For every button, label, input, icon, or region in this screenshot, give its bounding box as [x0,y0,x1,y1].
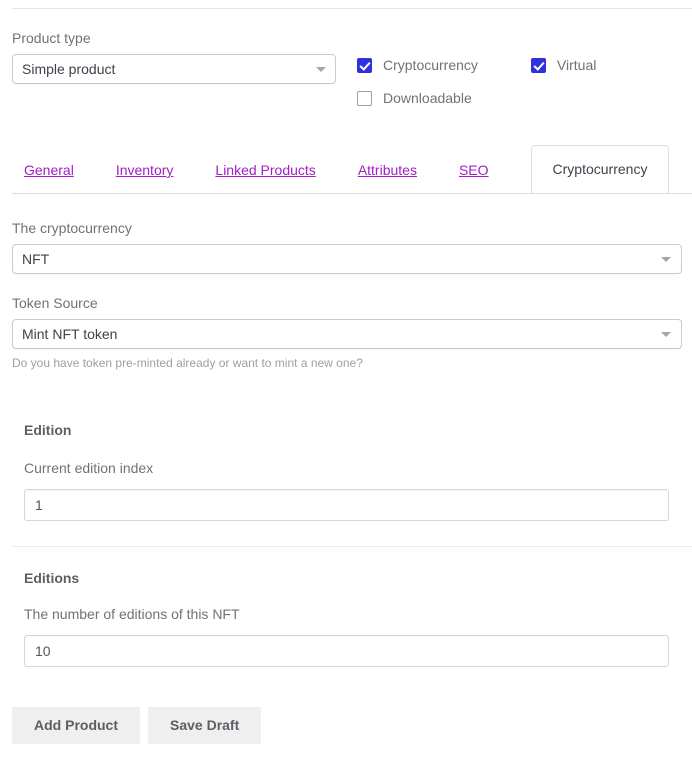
checkbox-item-cryptocurrency[interactable]: Cryptocurrency [357,58,478,73]
tab-cryptocurrency-active[interactable]: Cryptocurrency [531,145,669,194]
form-action-bar: Add Product Save Draft [12,707,262,744]
token-source-select[interactable]: Mint NFT token [12,319,682,349]
product-flags-row-2: Downloadable [357,91,596,106]
chevron-down-icon [661,257,671,262]
cryptocurrency-value: NFT [22,251,50,267]
tab-attributes[interactable]: Attributes [358,146,417,194]
edition-index-label: Current edition index [24,460,154,476]
checkbox-item-downloadable[interactable]: Downloadable [357,91,472,106]
product-data-tabs: General Inventory Linked Products Attrib… [0,145,692,194]
add-product-button[interactable]: Add Product [12,707,140,744]
editions-section: Editions The number of editions of this … [0,547,692,667]
top-divider [12,8,692,9]
downloadable-checkbox-label[interactable]: Downloadable [383,91,472,106]
cryptocurrency-field: The cryptocurrency NFT [0,194,692,274]
token-source-value: Mint NFT token [22,326,118,342]
virtual-checkbox-label[interactable]: Virtual [557,58,596,73]
cryptocurrency-label: The cryptocurrency [12,220,132,236]
product-type-label: Product type [12,30,91,46]
save-draft-button[interactable]: Save Draft [148,707,262,744]
virtual-checkbox[interactable] [530,58,546,73]
cryptocurrency-checkbox-label[interactable]: Cryptocurrency [383,58,478,73]
product-flags-row-1: Cryptocurrency Virtual [357,58,596,73]
downloadable-checkbox[interactable] [357,91,372,106]
tab-seo[interactable]: SEO [459,146,489,194]
tab-link-list: General Inventory Linked Products Attrib… [24,146,531,194]
product-type-field: Product type Simple product [12,28,336,84]
editions-section-title: Editions [24,570,80,586]
cryptocurrency-select[interactable]: NFT [12,244,682,274]
token-source-helper-text: Do you have token pre-minted already or … [12,356,363,370]
edition-index-input[interactable] [24,489,669,521]
token-source-field: Token Source Mint NFT token Do you have … [0,274,692,371]
cryptocurrency-tab-panel: The cryptocurrency NFT Token Source Mint… [0,194,692,667]
tab-general[interactable]: General [24,146,74,194]
product-type-select[interactable]: Simple product [12,54,336,84]
tab-inventory[interactable]: Inventory [116,146,174,194]
token-source-label: Token Source [12,295,98,311]
editions-count-input[interactable] [24,635,669,667]
tab-linked-products[interactable]: Linked Products [215,146,315,194]
chevron-down-icon [316,67,326,72]
edition-section-title: Edition [24,422,72,438]
editions-count-label: The number of editions of this NFT [24,606,240,622]
product-flags-group: Cryptocurrency Virtual Downloadable [357,58,596,124]
product-data-panel: Product type Simple product Cryptocurren… [0,0,692,759]
edition-section: Edition Current edition index [0,371,692,521]
checkbox-item-virtual[interactable]: Virtual [530,58,596,73]
chevron-down-icon [661,332,671,337]
product-type-value: Simple product [22,61,116,77]
cryptocurrency-checkbox[interactable] [357,58,372,73]
